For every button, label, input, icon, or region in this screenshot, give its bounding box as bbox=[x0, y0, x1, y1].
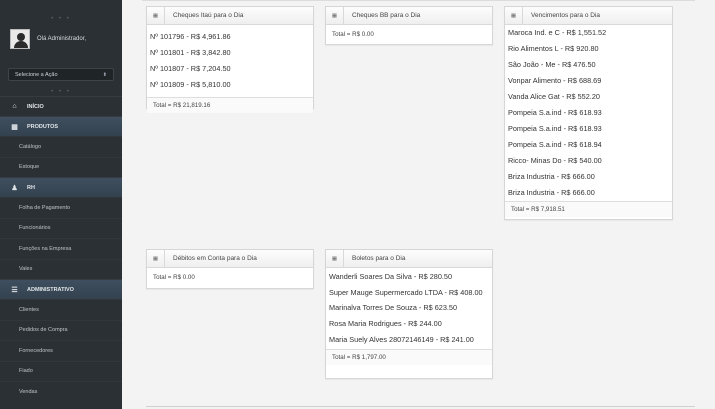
list-item: Nº 101809 - R$ 5,810.00 bbox=[150, 80, 231, 89]
grid-icon: ▦ bbox=[147, 6, 165, 25]
panel-header: ▦ Débitos em Conta para o Dia bbox=[147, 249, 313, 268]
sidebar-item-funcoes-empresa[interactable]: Funções na Empresa bbox=[0, 238, 122, 259]
sidebar-section-label: PRODUTOS bbox=[27, 123, 59, 130]
grid-icon: ▦ bbox=[505, 6, 523, 25]
sidebar-section-administrativo[interactable]: ☰ ADMINISTRATIVO bbox=[0, 279, 122, 299]
list-item: Nº 101807 - R$ 7,204.50 bbox=[150, 64, 231, 73]
building-icon: ▦ bbox=[11, 123, 18, 131]
list-item: Rosa Maria Rodrigues - R$ 244.00 bbox=[329, 319, 442, 328]
sidebar-item-label: Funções na Empresa bbox=[19, 245, 72, 252]
panel-total: Total = R$ 21,819.16 bbox=[147, 97, 313, 113]
list-item: Super Mauge Supermercado LTDA - R$ 408.0… bbox=[329, 288, 483, 297]
sidebar-item-funcionarios[interactable]: Funcionários bbox=[0, 217, 122, 239]
sidebar-item-estoque[interactable]: Estoque bbox=[0, 156, 122, 178]
list-item: Vonpar Alimento - R$ 688.69 bbox=[508, 76, 602, 85]
grid-icon: ▦ bbox=[326, 249, 344, 268]
sidebar-section-label: ADMINISTRATIVO bbox=[27, 286, 74, 293]
panel-cheques-bb: ▦ Cheques BB para o Dia Total = R$ 0.00 bbox=[325, 6, 493, 45]
panel-header: ▦ Cheques Itaú para o Dia bbox=[147, 6, 313, 25]
grid-icon: ▦ bbox=[326, 6, 344, 25]
panel-total: Total = R$ 0.00 bbox=[326, 25, 492, 44]
sidebar-item-catalogo[interactable]: Catálogo bbox=[0, 136, 122, 157]
sidebar-section-rh[interactable]: ♟ RH bbox=[0, 177, 122, 197]
list-item: Pompeia S.a.ind - R$ 618.93 bbox=[508, 124, 602, 133]
divider bbox=[146, 406, 695, 407]
panel-total: Total = R$ 7,918.51 bbox=[505, 201, 672, 217]
sidebar-item-label: INÍCIO bbox=[27, 103, 44, 110]
grid-icon: ▦ bbox=[147, 249, 165, 268]
sidebar-item-label: Folha de Pagamento bbox=[19, 204, 71, 211]
panel-title: Vencimentos para o Dia bbox=[531, 12, 601, 19]
panel-body: Maroca Ind. e C - R$ 1,551.52 Rio Alimen… bbox=[505, 25, 672, 201]
panel-title: Cheques Itaú para o Dia bbox=[173, 12, 244, 19]
user-info: Olá Administrador, bbox=[0, 24, 122, 54]
list-item: Nº 101801 - R$ 3,842.80 bbox=[150, 48, 231, 57]
list-item: Ricco- Minas Do - R$ 540.00 bbox=[508, 156, 602, 165]
panel-title: Boletos para o Dia bbox=[352, 255, 406, 262]
list-item: Pompeia S.a.ind - R$ 618.93 bbox=[508, 108, 602, 117]
panel-total: Total = R$ 0.00 bbox=[147, 268, 313, 288]
panel-body: Nº 101796 - R$ 4,961.86 Nº 101801 - R$ 3… bbox=[147, 25, 313, 97]
panel-boletos: ▦ Boletos para o Dia Wanderli Soares Da … bbox=[325, 249, 493, 379]
sidebar-item-label: Catálogo bbox=[19, 143, 42, 150]
sidebar-item-label: Vendas bbox=[19, 388, 38, 395]
sidebar-item-vales[interactable]: Vales bbox=[0, 258, 122, 280]
sidebar-item-label: Fornecedores bbox=[19, 347, 53, 354]
panel-title: Cheques BB para o Dia bbox=[352, 12, 421, 19]
sidebar-item-label: Pedidos de Compra bbox=[19, 327, 68, 334]
sidebar-item-label: Fiado bbox=[19, 368, 33, 375]
sidebar-item-label: Funcionários bbox=[19, 225, 51, 232]
sidebar-item-fornecedores[interactable]: Fornecedores bbox=[0, 340, 122, 361]
sidebar-item-inicio[interactable]: ⌂ INÍCIO bbox=[0, 96, 122, 116]
sidebar-item-label: Estoque bbox=[19, 164, 40, 171]
panel-header: ▦ Vencimentos para o Dia bbox=[505, 6, 672, 25]
chevron-updown-icon: ⬍ bbox=[102, 71, 107, 78]
sidebar-item-vendas[interactable]: Vendas bbox=[0, 381, 122, 402]
list-item: Pompeia S.a.ind - R$ 618.94 bbox=[508, 140, 602, 149]
home-icon: ⌂ bbox=[12, 103, 17, 110]
sidebar-item-pedidos-compra[interactable]: Pedidos de Compra bbox=[0, 319, 122, 341]
sidebar-section-produtos[interactable]: ▦ PRODUTOS bbox=[0, 116, 122, 136]
user-icon: ♟ bbox=[11, 184, 18, 192]
panel-body: Wanderli Soares Da Silva - R$ 280.50 Sup… bbox=[326, 268, 492, 349]
sidebar-grip-top: • • • bbox=[51, 16, 71, 22]
sidebar-nav: ⌂ INÍCIO ▦ PRODUTOS Catálogo Estoque ♟ R… bbox=[0, 96, 122, 402]
main-content: ▦ Cheques Itaú para o Dia Nº 101796 - R$… bbox=[122, 0, 715, 409]
list-item: São João - Me - R$ 476.50 bbox=[508, 60, 596, 69]
action-select[interactable]: Selecione a Ação ⬍ bbox=[8, 68, 114, 81]
avatar bbox=[10, 29, 30, 49]
panel-title: Débitos em Conta para o Dia bbox=[173, 255, 257, 262]
list-item: Rio Alimentos L - R$ 920.80 bbox=[508, 44, 599, 53]
sidebar-item-label: Clientes bbox=[19, 306, 39, 313]
sidebar: • • • Olá Administrador, Selecione a Açã… bbox=[0, 0, 122, 409]
action-select-label: Selecione a Ação bbox=[15, 71, 58, 78]
list-item: Nº 101796 - R$ 4,961.86 bbox=[150, 32, 231, 41]
user-greeting: Olá Administrador, bbox=[37, 36, 87, 42]
list-item: Wanderli Soares Da Silva - R$ 280.50 bbox=[329, 272, 453, 281]
sidebar-item-folha-pagamento[interactable]: Folha de Pagamento bbox=[0, 197, 122, 218]
panel-total: Total = R$ 1,797.00 bbox=[326, 349, 492, 365]
sidebar-item-fiado[interactable]: Fiado bbox=[0, 360, 122, 382]
list-item: Vanda Alice Gat - R$ 552.20 bbox=[508, 92, 600, 101]
database-icon: ☰ bbox=[11, 286, 18, 294]
panel-debitos-conta: ▦ Débitos em Conta para o Dia Total = R$… bbox=[146, 249, 314, 289]
panel-header: ▦ Boletos para o Dia bbox=[326, 249, 492, 268]
list-item: Maroca Ind. e C - R$ 1,551.52 bbox=[508, 28, 607, 37]
panel-cheques-itau: ▦ Cheques Itaú para o Dia Nº 101796 - R$… bbox=[146, 6, 314, 113]
panel-header: ▦ Cheques BB para o Dia bbox=[326, 6, 492, 25]
sidebar-section-label: RH bbox=[27, 184, 35, 191]
sidebar-item-label: Vales bbox=[19, 266, 33, 273]
sidebar-item-clientes[interactable]: Clientes bbox=[0, 299, 122, 320]
panel-vencimentos: ▦ Vencimentos para o Dia Maroca Ind. e C… bbox=[504, 6, 673, 220]
list-item: Maria Suely Alves 28072146149 - R$ 241.0… bbox=[329, 335, 474, 344]
list-item: Briza Industria - R$ 666.00 bbox=[508, 188, 595, 197]
list-item: Marinalva Torres De Souza - R$ 623.50 bbox=[329, 303, 458, 312]
list-item: Briza Industria - R$ 666.00 bbox=[508, 172, 595, 181]
divider bbox=[142, 0, 695, 1]
